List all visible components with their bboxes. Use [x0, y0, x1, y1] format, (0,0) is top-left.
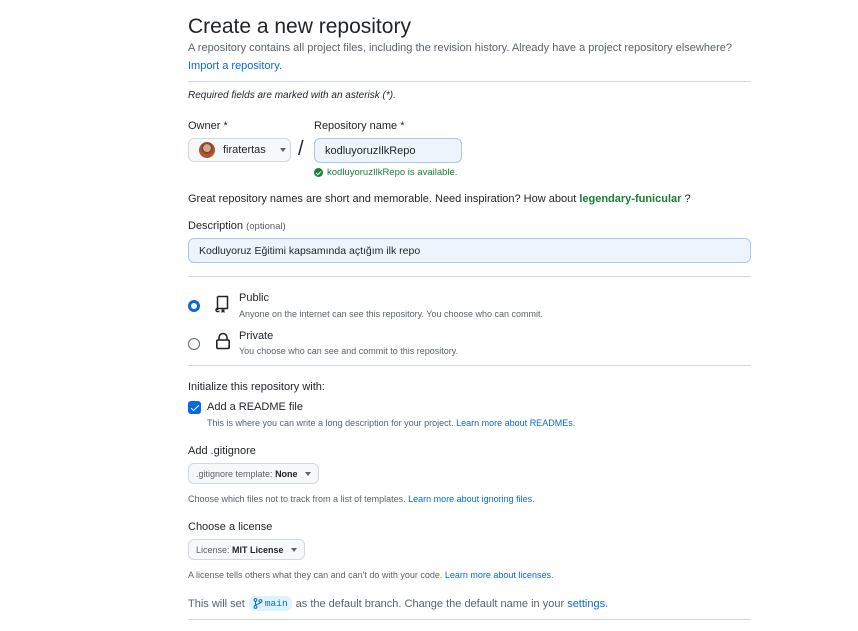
repo-icon — [215, 295, 231, 319]
suggestion-text: Great repository names are short and mem… — [188, 193, 577, 205]
license-select[interactable]: License: MIT License — [188, 539, 305, 560]
name-suggestion: Great repository names are short and mem… — [188, 193, 691, 205]
gitignore-select-prefix: .gitignore template: — [196, 468, 273, 479]
owner-label: Owner * — [188, 120, 228, 132]
divider — [188, 365, 751, 366]
description-input[interactable] — [188, 238, 751, 263]
gitignore-select-text: .gitignore template: None — [196, 469, 298, 479]
private-option-desc: You choose who can see and commit to thi… — [239, 346, 459, 356]
check-circle-icon — [314, 168, 323, 177]
private-radio[interactable] — [188, 338, 200, 350]
branch-middle: as the default branch. Change the defaul… — [295, 597, 565, 610]
gitignore-select-value: None — [275, 468, 298, 479]
avatar — [199, 142, 215, 158]
initialize-title: Initialize this repository with: — [188, 381, 325, 393]
owner-repo-separator: / — [298, 138, 304, 160]
description-label: Description (optional) — [188, 220, 286, 232]
optional-hint: (optional) — [246, 221, 286, 232]
private-option-title: Private — [239, 330, 274, 342]
license-select-text: License: MIT License — [196, 545, 284, 555]
gitignore-title: Add .gitignore — [188, 445, 256, 457]
license-desc-text: A license tells others what they can and… — [188, 570, 443, 580]
branch-name: main — [264, 598, 288, 609]
public-option-desc: Anyone on the internet can see this repo… — [239, 309, 544, 319]
readme-learn-more-link[interactable]: Learn more about READMEs. — [456, 418, 575, 428]
owner-select[interactable]: firatertas — [188, 138, 291, 162]
page-title: Create a new repository — [188, 15, 411, 38]
availability-status: kodluyoruzIlkRepo is available. — [314, 167, 457, 178]
repository-name-input[interactable] — [314, 138, 462, 163]
import-repository-link[interactable]: Import a repository. — [188, 60, 282, 72]
public-option-title: Public — [239, 292, 269, 304]
branch-end: . — [605, 597, 609, 610]
readme-desc-text: This is where you can write a long descr… — [207, 418, 454, 428]
required-fields-note: Required fields are marked with an aster… — [188, 90, 396, 101]
gitignore-learn-more-link[interactable]: Learn more about ignoring files. — [408, 494, 535, 504]
gitignore-desc: Choose which files not to track from a l… — [188, 494, 535, 504]
divider — [188, 619, 751, 620]
git-branch-icon — [253, 598, 263, 609]
owner-name: firatertas — [223, 144, 266, 156]
page-subtitle: A repository contains all project files,… — [188, 42, 732, 54]
gitignore-template-select[interactable]: .gitignore template: None — [188, 463, 319, 484]
lock-icon — [215, 332, 231, 355]
license-learn-more-link[interactable]: Learn more about licenses. — [445, 570, 554, 580]
public-radio[interactable] — [188, 300, 200, 312]
branch-prefix: This will set — [188, 597, 245, 610]
caret-down-icon — [290, 547, 297, 552]
license-title: Choose a license — [188, 521, 273, 533]
suggested-name-link[interactable]: legendary-funicular — [579, 193, 681, 205]
gitignore-desc-text: Choose which files not to track from a l… — [188, 494, 406, 504]
settings-link[interactable]: settings — [567, 598, 605, 610]
availability-text: kodluyoruzIlkRepo is available. — [327, 167, 458, 178]
caret-down-icon — [304, 471, 311, 476]
readme-checkbox[interactable] — [188, 401, 201, 414]
divider — [188, 276, 751, 277]
repo-name-label: Repository name * — [314, 120, 405, 132]
license-select-prefix: License: — [196, 544, 230, 555]
readme-desc: This is where you can write a long descr… — [207, 418, 575, 428]
description-label-text: Description — [188, 220, 244, 232]
default-branch-note: This will set main as the default branch… — [188, 596, 608, 611]
branch-chip: main — [248, 596, 292, 611]
suggestion-end: ? — [684, 193, 691, 205]
caret-down-icon — [279, 148, 286, 152]
readme-label: Add a README file — [207, 401, 303, 413]
divider — [188, 81, 751, 82]
license-desc: A license tells others what they can and… — [188, 570, 553, 580]
license-select-value: MIT License — [232, 544, 284, 555]
